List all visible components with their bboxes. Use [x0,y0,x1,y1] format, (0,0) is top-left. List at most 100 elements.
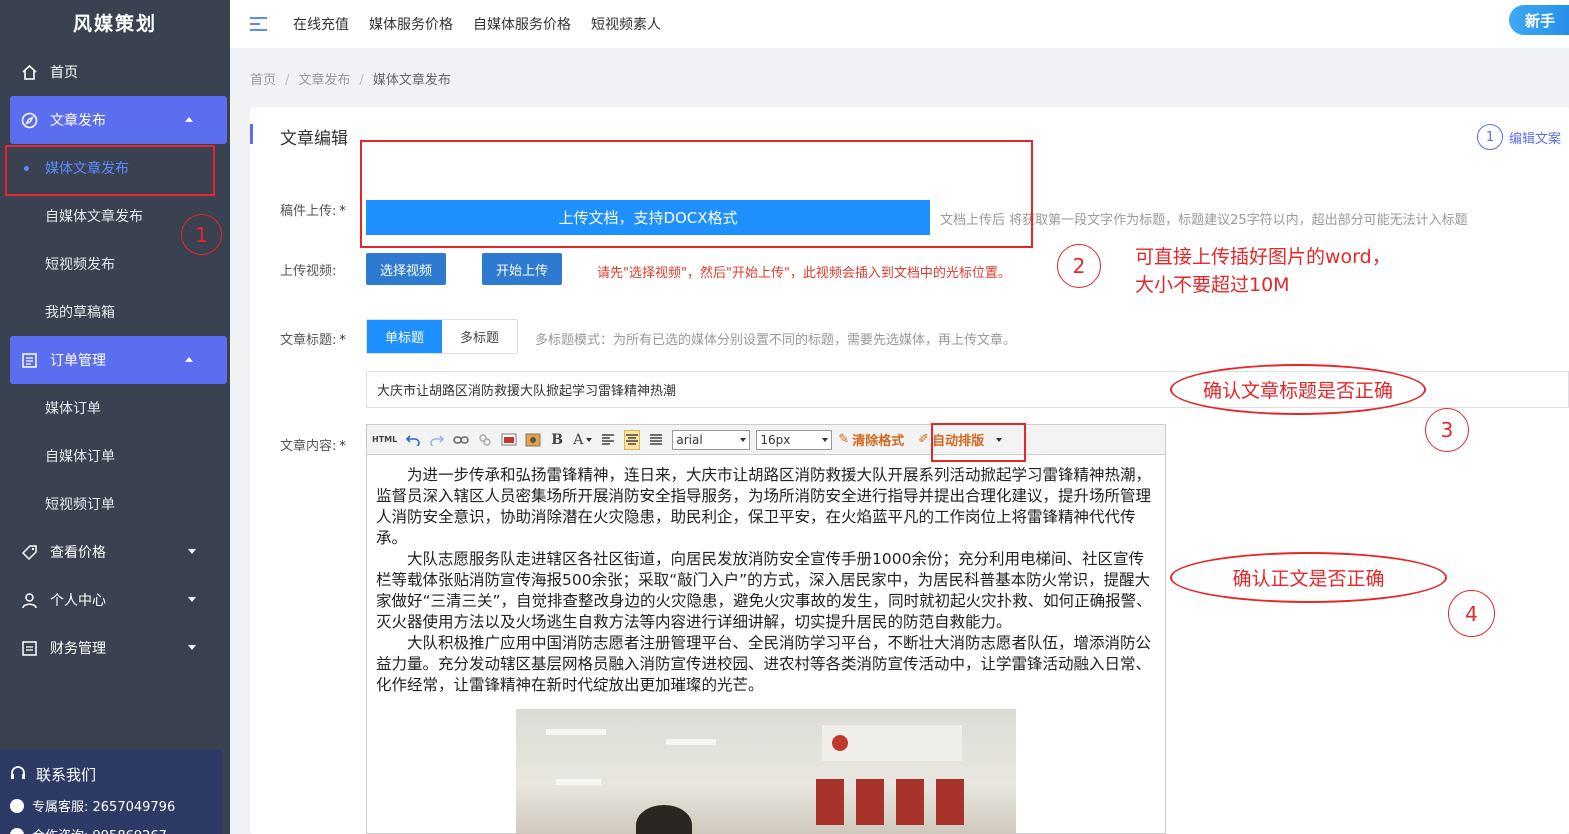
contact-cooperation-text: 合作咨询: 995869267 [32,825,167,834]
caret-up-icon [185,357,193,362]
title-accent-bar [250,124,253,144]
annotation-number-1: 1 [181,214,222,255]
contact-heading-text: 联系我们 [36,766,97,784]
rich-text-editor: HTML B A arial 16px ✎ 清除格式 ✐ 自动排版 为进一步传承和弘… [366,424,1166,834]
breadcrumb-article[interactable]: 文章发布 [298,73,350,88]
multi-title-hint: 多标题模式：为所有已选的媒体分别设置不同的标题，需要先选媒体，再上传文章。 [535,333,1017,348]
annotation-number-2: 2 [1057,244,1101,288]
menu-toggle-icon[interactable] [250,17,267,31]
contact-panel: 联系我们 专属客服: 2657049796 合作咨询: 995869267 [0,750,222,834]
emblem-icon [832,735,848,751]
qq-icon [10,827,24,834]
undo-icon[interactable] [405,430,421,450]
image-icon[interactable] [501,430,517,450]
clear-format-button[interactable]: ✎ 清除格式 [838,430,904,449]
video-upload-label: 上传视频: [280,264,337,279]
align-center-icon[interactable] [624,429,641,450]
redo-icon[interactable] [429,430,445,450]
sidebar: 风媒策划 首页 文章发布 媒体文章发布 自媒体文章发布 短视频发布 我的草稿箱 … [0,0,230,834]
sidebar-item-self-media-orders[interactable]: 自媒体订单 [0,432,230,480]
chevron-down-icon [586,437,593,442]
sidebar-item-profile[interactable]: 个人中心 [0,576,230,624]
annotation-box-menu [5,145,215,196]
sidebar-item-label: 查看价格 [50,545,106,561]
sidebar-item-label: 财务管理 [50,641,106,657]
top-link-media-price[interactable]: 媒体服务价格 [369,14,453,34]
qq-icon [10,798,24,813]
contact-service-text: 专属客服: 2657049796 [32,800,176,815]
title-mode-toggle: 单标题 多标题 [366,319,518,354]
top-link-recharge[interactable]: 在线充值 [293,14,349,34]
sidebar-item-video-orders[interactable]: 短视频订单 [0,480,230,528]
sidebar-item-label: 个人中心 [50,593,106,609]
sidebar-item-orders[interactable]: 订单管理 [10,336,227,384]
sidebar-item-drafts[interactable]: 我的草稿箱 [0,288,230,336]
annotation-check-title: 确认文章标题是否正确 [1170,364,1426,415]
step-number: 1 [1476,124,1503,150]
multi-title-tab[interactable]: 多标题 [442,320,517,353]
content-photo [516,709,1016,834]
home-icon [20,63,38,81]
caret-down-icon [188,645,196,650]
sidebar-item-label: 文章发布 [50,113,106,129]
font-family-select[interactable]: arial [672,429,751,450]
content-paragraph: 大队积极推广应用中国消防志愿者注册管理平台、全民消防学习平台，不断壮大消防志愿者… [376,634,1152,694]
sidebar-item-prices[interactable]: 查看价格 [0,528,230,576]
draft-upload-label: 稿件上传: * [280,204,346,219]
user-icon [20,591,38,609]
select-video-button[interactable]: 选择视频 [366,253,446,285]
contact-cooperation: 合作咨询: 995869267 [10,825,222,834]
sidebar-item-article-publish[interactable]: 文章发布 [10,96,227,144]
tag-icon [20,543,38,561]
sidebar-item-label: 短视频订单 [45,497,115,513]
article-content-label: 文章内容: * [280,439,346,454]
sidebar-item-home[interactable]: 首页 [0,48,230,96]
contact-service: 专属客服: 2657049796 [10,796,222,815]
single-title-tab[interactable]: 单标题 [367,320,442,353]
annotation-check-body: 确认正文是否正确 [1170,552,1447,603]
logo: 风媒策划 [72,12,157,35]
chevron-down-icon [822,437,829,442]
headset-icon [10,765,26,785]
top-link-short-video[interactable]: 短视频素人 [591,14,661,34]
sidebar-item-label: 我的草稿箱 [45,305,115,321]
newbie-button[interactable]: 新手 [1509,5,1569,35]
sidebar-item-label: 订单管理 [50,353,106,369]
annotation-number-3: 3 [1425,408,1469,452]
html-source-button[interactable]: HTML [372,430,397,450]
list-icon [20,351,38,369]
unlink-icon[interactable] [477,430,493,450]
sidebar-item-finance[interactable]: 财务管理 [0,624,230,672]
align-justify-icon[interactable] [648,430,664,450]
align-left-icon[interactable] [600,430,616,450]
link-icon[interactable] [453,430,469,450]
sidebar-item-label: 自媒体订单 [45,449,115,465]
card-title-text: 文章编辑 [280,129,348,149]
annotation-box-auto-layout [931,423,1026,462]
sidebar-item-label: 自媒体文章发布 [45,209,143,225]
annotation-box-upload [360,140,1033,248]
breadcrumb-home[interactable]: 首页 [250,73,276,88]
sidebar-item-label: 首页 [50,65,78,81]
ledger-icon [20,639,38,657]
top-link-self-media-price[interactable]: 自媒体服务价格 [473,14,571,34]
editor-toolbar: HTML B A arial 16px ✎ 清除格式 ✐ 自动排版 [367,425,1165,455]
eraser-icon: ✎ [838,432,850,447]
magic-wand-icon: ✐ [918,432,930,447]
annotation-number-4: 4 [1448,590,1495,637]
step-label: 编辑文案 [1508,131,1561,147]
sidebar-item-label: 媒体订单 [45,401,101,417]
font-size-select[interactable]: 16px [756,429,833,450]
sidebar-item-label: 短视频发布 [45,257,115,273]
step-indicator: 1 编辑文案 [1476,124,1561,150]
sidebar-item-media-orders[interactable]: 媒体订单 [0,384,230,432]
caret-down-icon [188,549,196,554]
editor-content[interactable]: 为进一步传承和弘扬雷锋精神，连日来，大庆市让胡路区消防救援大队开展系列活动掀起学… [367,455,1165,696]
chevron-down-icon [740,437,747,442]
breadcrumb-current: 媒体文章发布 [372,73,451,88]
media-icon[interactable] [525,430,541,450]
bold-button[interactable]: B [549,430,565,450]
start-upload-button[interactable]: 开始上传 [482,253,562,285]
caret-down-icon [188,597,196,602]
font-color-button[interactable]: A [573,430,593,450]
